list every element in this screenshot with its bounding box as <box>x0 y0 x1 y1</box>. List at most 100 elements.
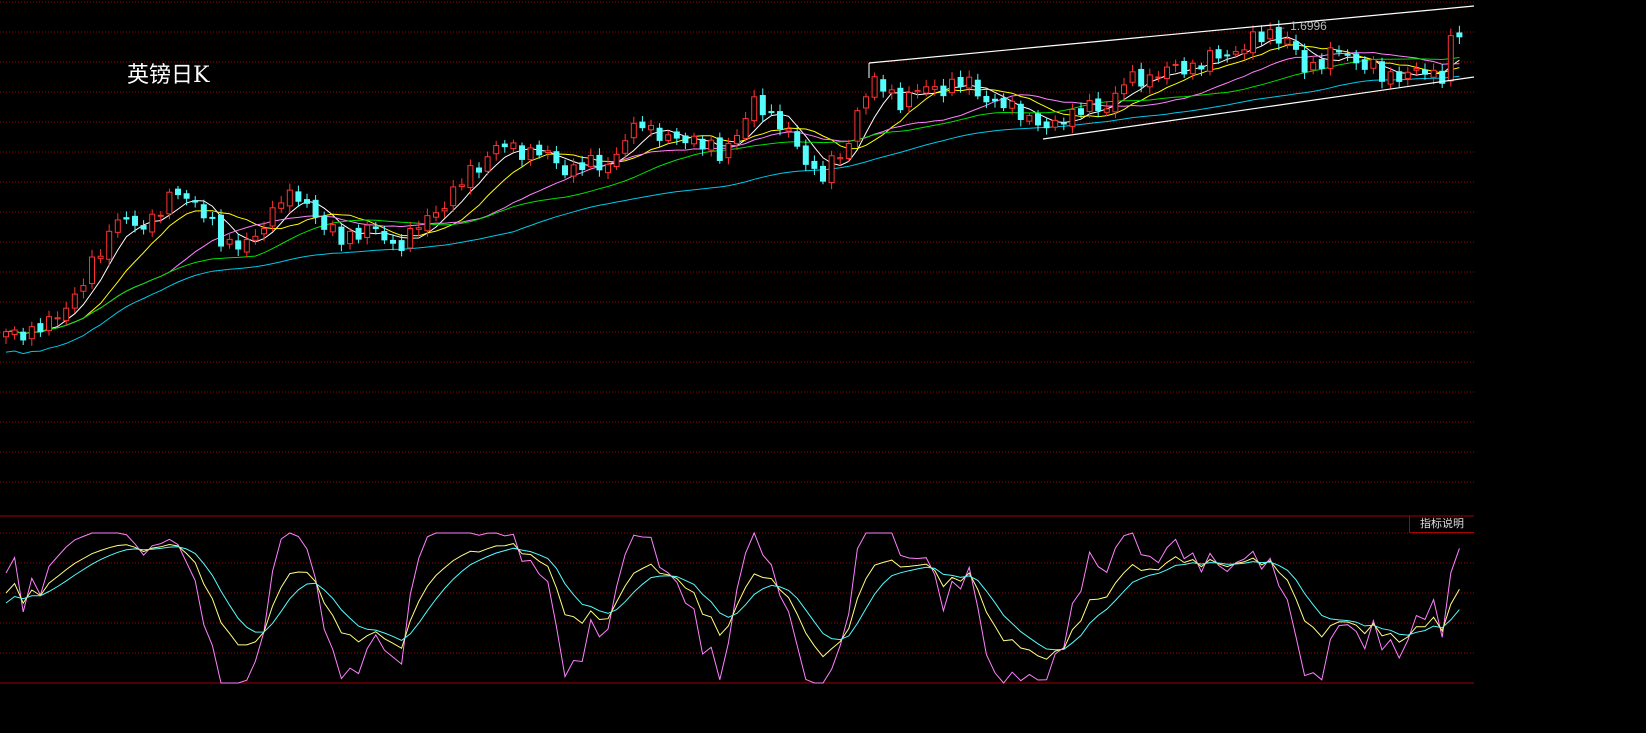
candle-body <box>71 293 78 309</box>
candle-body <box>949 78 955 94</box>
candle-body <box>312 199 319 218</box>
candle-body <box>1026 115 1033 122</box>
candle-body <box>37 323 44 333</box>
candle-body <box>1017 103 1024 120</box>
candle-body <box>1112 92 1119 113</box>
candle-body <box>304 199 310 204</box>
candle-body <box>820 165 826 182</box>
candle-body <box>1121 84 1127 95</box>
candle-body <box>906 92 912 108</box>
candle-body <box>940 85 947 97</box>
candle-body <box>54 317 61 320</box>
candle-body <box>1181 60 1188 75</box>
candle-body <box>235 240 242 250</box>
candle-body <box>1293 41 1299 50</box>
candle-body <box>1258 31 1265 43</box>
candle-body <box>226 238 233 245</box>
candle-body <box>20 331 27 341</box>
candle-body <box>1086 100 1093 112</box>
candle-body <box>613 153 620 168</box>
candle-body <box>450 186 457 207</box>
candle-body <box>863 96 869 109</box>
candle-body <box>845 143 852 159</box>
ma20-line <box>5 51 1460 335</box>
candle-body <box>1000 97 1007 109</box>
candle-body <box>89 256 95 285</box>
candle-body <box>1052 119 1059 128</box>
candle-body <box>441 208 448 212</box>
candle-body <box>252 235 259 241</box>
candle-body <box>725 143 732 159</box>
candle-body <box>1267 29 1274 40</box>
candle-body <box>1155 76 1162 79</box>
candle-body <box>467 165 474 189</box>
candle-body <box>390 239 396 244</box>
indicator-help-button[interactable]: 指标说明 <box>1409 516 1474 533</box>
candle-body <box>1232 51 1239 55</box>
candle-body <box>1327 47 1334 69</box>
candle-body <box>974 79 981 97</box>
candle-body <box>1060 122 1067 125</box>
candle-body <box>1095 98 1102 111</box>
candle-body <box>665 134 672 141</box>
candle-body <box>527 147 534 161</box>
candle-body <box>1413 68 1420 71</box>
ma10-line <box>5 44 1460 335</box>
candle-body <box>1224 54 1231 57</box>
candle-body <box>562 165 568 176</box>
candle-body <box>80 285 87 292</box>
candle-body <box>338 226 345 245</box>
candle-body <box>1069 108 1076 127</box>
candle-body <box>476 167 482 173</box>
candle-body <box>46 316 52 332</box>
candle-body <box>1404 71 1411 80</box>
candle-body <box>3 331 9 338</box>
candle-body <box>966 76 973 89</box>
candle-body <box>278 202 285 209</box>
ma60-line <box>5 75 1460 355</box>
candle-body <box>1103 108 1110 113</box>
candle-body <box>1146 74 1153 88</box>
candle-body <box>837 157 844 160</box>
candle-body <box>1164 66 1170 79</box>
candle-body <box>415 227 422 230</box>
candle-body <box>192 200 199 203</box>
candle-body <box>656 127 663 141</box>
candle-body <box>544 150 551 154</box>
candle-body <box>682 135 689 144</box>
candle-body <box>200 204 207 219</box>
candle-body <box>708 139 715 151</box>
candle-body <box>759 95 766 116</box>
candle-body <box>880 79 887 92</box>
candle-body <box>493 145 500 155</box>
candle-body <box>1043 121 1050 129</box>
candle-body <box>175 188 181 196</box>
candle-body <box>888 89 895 94</box>
candle-body <box>914 90 921 93</box>
candle-body <box>579 162 586 171</box>
candle-body <box>923 86 930 94</box>
candle-body <box>424 215 431 232</box>
candle-body <box>897 87 904 111</box>
candle-body <box>1138 68 1145 87</box>
candle-body <box>321 215 328 230</box>
candle-body <box>1396 71 1403 82</box>
candle-body <box>1035 113 1041 126</box>
candle-body <box>11 329 18 336</box>
candle-body <box>794 131 801 147</box>
candle-body <box>992 98 998 102</box>
candle-body <box>570 164 577 177</box>
candle-body <box>398 240 405 251</box>
candle-body <box>261 228 267 235</box>
candle-body <box>157 214 164 217</box>
kdj-k-line <box>5 543 1460 660</box>
candle-body <box>673 131 680 139</box>
candle-body <box>407 228 414 249</box>
candle-body <box>734 135 740 145</box>
candle-body <box>1318 59 1325 69</box>
candle-body <box>1370 58 1377 69</box>
candle-body <box>742 118 749 139</box>
candle-body <box>364 224 371 238</box>
candle-body <box>1422 69 1428 75</box>
candle-body <box>1078 108 1084 115</box>
